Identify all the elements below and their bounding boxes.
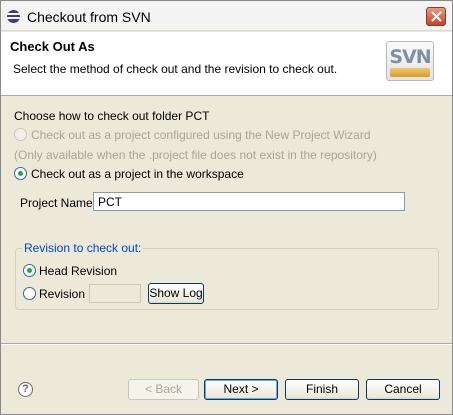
next-button[interactable]: Next > xyxy=(204,379,278,400)
svn-logo-text: SVN xyxy=(389,46,431,68)
window-title: Checkout from SVN xyxy=(27,9,151,25)
wizard-option-note: (Only available when the .project file d… xyxy=(14,148,377,162)
footer-separator xyxy=(1,343,452,345)
finish-button[interactable]: Finish xyxy=(285,379,359,400)
head-revision-label: Head Revision xyxy=(39,264,118,278)
workspace-option-label: Check out as a project in the workspace xyxy=(31,167,244,181)
close-icon xyxy=(431,11,442,22)
show-log-button[interactable]: Show Log xyxy=(148,283,204,304)
header-banner: Check Out As Select the method of check … xyxy=(1,32,452,96)
back-button[interactable]: < Back xyxy=(128,379,199,400)
revision-radio[interactable] xyxy=(23,287,36,300)
workspace-radio[interactable] xyxy=(14,167,27,180)
wizard-option-label: Check out as a project configured using … xyxy=(31,128,371,142)
page-description: Select the method of check out and the r… xyxy=(13,62,338,76)
eclipse-icon xyxy=(7,10,20,23)
help-icon[interactable]: ? xyxy=(18,382,33,397)
svn-logo: SVN xyxy=(386,41,434,81)
project-name-input[interactable]: PCT xyxy=(93,192,405,211)
close-button[interactable] xyxy=(426,7,446,26)
svn-logo-bar xyxy=(390,68,430,77)
checkout-dialog: Checkout from SVN Check Out As Select th… xyxy=(0,0,453,415)
project-name-label: Project Name: xyxy=(20,196,97,210)
revision-label: Revision xyxy=(39,287,86,301)
cancel-button[interactable]: Cancel xyxy=(366,379,440,400)
page-title: Check Out As xyxy=(10,39,95,54)
revision-group-legend: Revision to check out: xyxy=(22,241,144,255)
checkout-heading: Choose how to check out folder PCT xyxy=(14,109,210,123)
revision-group: Revision to check out: Head Revision Rev… xyxy=(15,241,439,310)
head-revision-radio[interactable] xyxy=(23,264,36,277)
title-bar: Checkout from SVN xyxy=(1,1,452,31)
checkout-options: Choose how to check out folder PCT Check… xyxy=(1,97,452,342)
revision-number-input[interactable] xyxy=(89,284,141,303)
wizard-radio[interactable] xyxy=(14,128,27,141)
